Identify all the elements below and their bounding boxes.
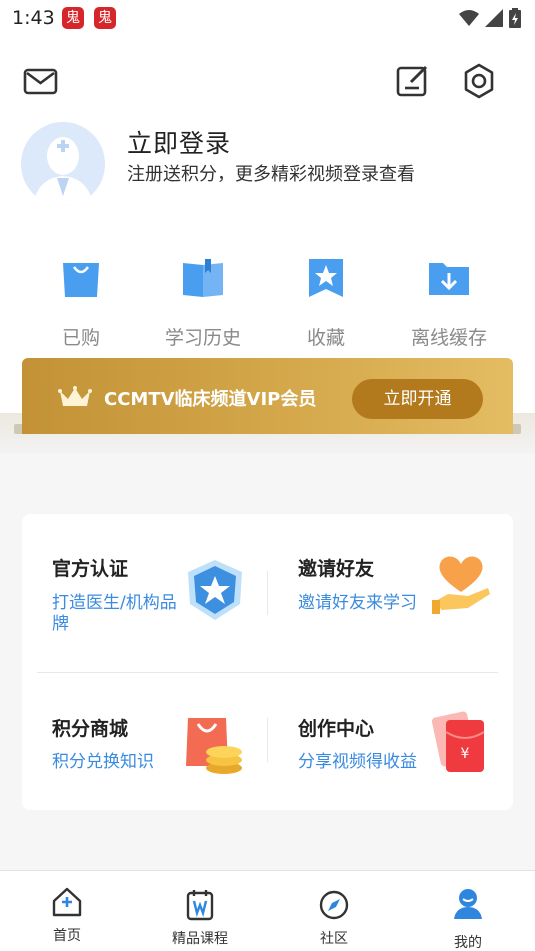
- divider: [37, 672, 498, 673]
- quick-action-purchased[interactable]: 已购: [21, 255, 141, 350]
- home-icon: [52, 887, 82, 917]
- service-certification[interactable]: 官方认证 打造医生/机构品牌: [22, 514, 267, 664]
- quick-action-label: 离线缓存: [410, 327, 487, 349]
- battery-icon: [509, 8, 521, 28]
- profile-icon: [454, 889, 482, 919]
- star-bookmark-icon: [309, 259, 343, 297]
- avatar[interactable]: [21, 122, 105, 206]
- service-subtitle: 积分兑换知识: [52, 752, 154, 772]
- compass-icon: [319, 890, 349, 920]
- quick-action-favorites[interactable]: 收藏: [266, 255, 386, 350]
- quick-action-label: 收藏: [306, 327, 345, 349]
- login-subtitle: 注册送积分，更多精彩视频登录查看: [127, 164, 415, 185]
- tab-home[interactable]: 首页: [12, 871, 122, 951]
- bottom-tabbar: 首页 精品课程 社区 我的: [0, 870, 535, 951]
- red-envelope-icon: ¥: [431, 711, 485, 772]
- tab-community[interactable]: 社区: [279, 871, 389, 951]
- status-time: 1:43: [12, 7, 55, 29]
- settings-icon[interactable]: [460, 62, 498, 100]
- service-subtitle: 分享视频得收益: [298, 752, 417, 772]
- tab-courses[interactable]: 精品课程: [145, 871, 255, 951]
- wifi-icon: [459, 10, 479, 26]
- signal-icon: [485, 9, 503, 27]
- notification-app-icon: 鬼: [62, 7, 84, 29]
- status-bar: 1:43 鬼 鬼: [0, 0, 535, 36]
- tab-label: 首页: [53, 928, 81, 944]
- service-subtitle: 打造医生/机构品牌: [52, 593, 177, 634]
- quick-action-label: 学习历史: [164, 327, 241, 349]
- book-icon: [183, 259, 223, 297]
- invite-heart-icon: [432, 556, 490, 614]
- tab-label: 我的: [454, 935, 482, 951]
- vip-banner[interactable]: CCMTV临床频道VIP会员 立即开通: [22, 358, 513, 434]
- svg-text:¥: ¥: [461, 746, 470, 762]
- service-title: 积分商城: [52, 718, 129, 740]
- tab-label: 社区: [320, 931, 348, 947]
- points-shop-icon: [186, 718, 242, 774]
- tab-mine[interactable]: 我的: [413, 871, 523, 951]
- notification-app-icon: 鬼: [94, 7, 116, 29]
- shopping-bag-icon: [63, 263, 99, 297]
- service-title: 官方认证: [52, 558, 129, 580]
- status-icons: [459, 8, 521, 28]
- vip-activate-button[interactable]: 立即开通: [352, 379, 483, 419]
- download-folder-icon: [429, 263, 469, 295]
- service-creator-center[interactable]: 创作中心 分享视频得收益 ¥: [268, 674, 513, 824]
- services-card: 官方认证 打造医生/机构品牌 邀请好友 邀请好友来学习 积分商城 积分兑换知识 …: [22, 514, 513, 810]
- service-title: 创作中心: [298, 718, 375, 740]
- login-title[interactable]: 立即登录: [127, 124, 231, 160]
- service-subtitle: 邀请好友来学习: [298, 593, 417, 613]
- service-invite[interactable]: 邀请好友 邀请好友来学习: [268, 514, 513, 664]
- mail-icon[interactable]: [22, 62, 60, 100]
- certification-badge-icon: [188, 560, 242, 620]
- edit-icon[interactable]: [394, 62, 432, 100]
- quick-action-offline-cache[interactable]: 离线缓存: [389, 255, 509, 350]
- service-points-shop[interactable]: 积分商城 积分兑换知识: [22, 674, 267, 824]
- service-title: 邀请好友: [298, 558, 375, 580]
- quick-action-history[interactable]: 学习历史: [143, 255, 263, 350]
- tab-label: 精品课程: [172, 931, 228, 947]
- crown-icon: [58, 386, 92, 406]
- course-icon: [186, 890, 214, 921]
- vip-text: CCMTV临床频道VIP会员: [104, 389, 317, 410]
- quick-action-label: 已购: [61, 327, 100, 349]
